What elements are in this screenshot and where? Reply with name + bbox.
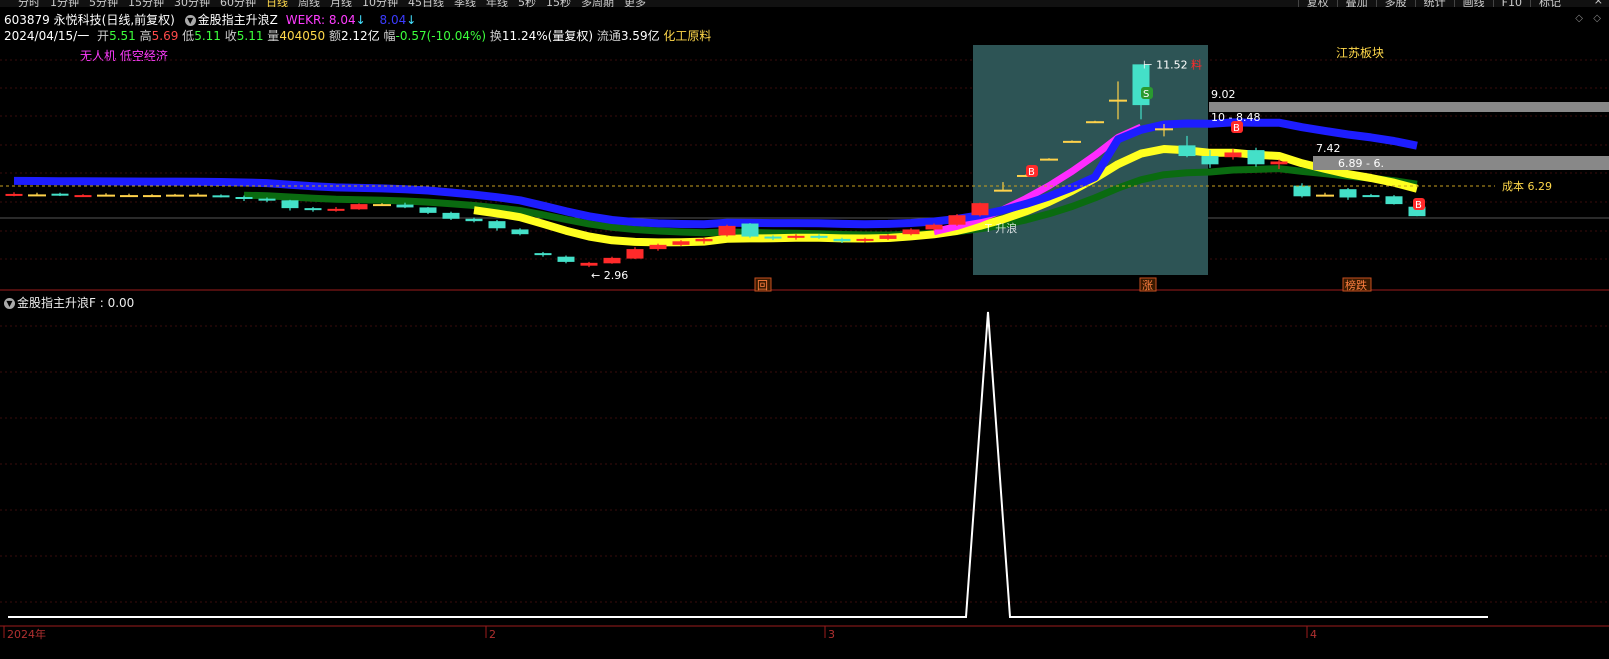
candle-body[interactable] — [1270, 161, 1288, 165]
x-tick-label: 2024年 — [7, 627, 46, 641]
candle-body[interactable] — [902, 229, 920, 235]
candle-body[interactable] — [1040, 158, 1058, 161]
high-price-suffix: 料 — [1191, 57, 1202, 71]
trade-marker-text: B — [1028, 167, 1035, 178]
region-tag: 江苏板块 — [1336, 46, 1384, 60]
signal-marker-text: 榜跌 — [1345, 278, 1367, 292]
candle-body[interactable] — [741, 223, 759, 237]
candle-body[interactable] — [1178, 145, 1196, 157]
candle-body[interactable] — [1293, 185, 1311, 197]
candle-body[interactable] — [649, 244, 667, 250]
candle-body[interactable] — [258, 198, 276, 201]
x-axis: 2024年 2 3 4 — [3, 626, 1317, 641]
candle-body[interactable] — [327, 208, 345, 211]
candle-body[interactable] — [5, 193, 23, 196]
candle-body[interactable] — [143, 195, 161, 198]
candle-body[interactable] — [442, 212, 460, 219]
candle-body[interactable] — [1201, 156, 1219, 165]
candle-body[interactable] — [1224, 152, 1242, 158]
candle-body[interactable] — [833, 238, 851, 242]
level-bar — [1209, 102, 1609, 112]
low-price-label: ← 2.96 — [591, 269, 628, 282]
candle-body[interactable] — [51, 193, 69, 196]
signal-marker-text: 回 — [757, 279, 768, 292]
high-price-label: ⊢ 11.52 — [1143, 58, 1188, 71]
candle-body[interactable] — [672, 241, 690, 245]
candle-body[interactable] — [1063, 140, 1081, 143]
candle-body[interactable] — [534, 253, 552, 256]
candle-body[interactable] — [97, 194, 115, 197]
trade-marker-text: B — [1415, 200, 1422, 211]
candle-body[interactable] — [212, 195, 230, 198]
candle-body[interactable] — [1086, 121, 1104, 124]
annotations: ← 2.96⊢ 11.52 料9.0210 - 8.487.426.89 - 6.… — [0, 46, 1609, 292]
candle-body[interactable] — [580, 262, 598, 266]
candle-body[interactable] — [695, 238, 713, 242]
chart-canvas[interactable]: ← 2.96⊢ 11.52 料9.0210 - 8.487.426.89 - 6.… — [0, 0, 1609, 659]
candle-body[interactable] — [557, 256, 575, 262]
candle-body[interactable] — [603, 257, 621, 264]
candle-body[interactable] — [396, 204, 414, 208]
candle-body[interactable] — [810, 235, 828, 238]
candle-body[interactable] — [787, 235, 805, 238]
candle-body[interactable] — [465, 218, 483, 222]
candle-body[interactable] — [948, 215, 966, 225]
candle-body[interactable] — [1362, 195, 1380, 198]
candle-body[interactable] — [856, 238, 874, 241]
candle-body[interactable] — [511, 229, 529, 235]
candle-body[interactable] — [281, 200, 299, 209]
candle-body[interactable] — [235, 197, 253, 199]
candle-body[interactable] — [120, 195, 138, 198]
candle-body[interactable] — [1339, 189, 1357, 198]
candle-body[interactable] — [626, 249, 644, 259]
candle-body[interactable] — [1155, 128, 1173, 131]
candle-body[interactable] — [373, 204, 391, 207]
level-label-902: 9.02 — [1211, 88, 1236, 101]
wave-label: T 升浪 — [984, 221, 1017, 235]
candle-body[interactable] — [28, 194, 46, 197]
candle-body[interactable] — [764, 236, 782, 239]
candle-body[interactable] — [419, 207, 437, 213]
candle-body[interactable] — [1247, 150, 1265, 165]
level-label-689: 6.89 - 6. — [1338, 157, 1384, 170]
candle-body[interactable] — [74, 195, 92, 198]
candle-body[interactable] — [994, 189, 1012, 192]
candle-body[interactable] — [304, 208, 322, 211]
candle-body[interactable] — [488, 221, 506, 229]
candle-body[interactable] — [189, 194, 207, 197]
candle-body[interactable] — [971, 203, 989, 216]
trade-marker-text: B — [1233, 123, 1240, 134]
x-tick-label: 4 — [1310, 628, 1317, 641]
x-tick-label: 3 — [828, 628, 835, 641]
candle-body[interactable] — [1109, 99, 1127, 102]
trade-marker-text: S — [1143, 89, 1149, 100]
candle-body[interactable] — [166, 194, 184, 197]
candle-body[interactable] — [350, 204, 368, 210]
x-tick-label: 2 — [489, 628, 496, 641]
level-label-742: 7.42 — [1316, 142, 1341, 155]
candle-body[interactable] — [1385, 196, 1403, 205]
signal-marker-text: 涨 — [1142, 279, 1153, 292]
candle-body[interactable] — [879, 235, 897, 239]
cost-label: 成本 6.29 — [1502, 179, 1552, 193]
grid — [0, 59, 1609, 627]
candle-body[interactable] — [925, 224, 943, 230]
candle-body[interactable] — [1316, 194, 1334, 197]
candle-body[interactable] — [718, 225, 736, 236]
